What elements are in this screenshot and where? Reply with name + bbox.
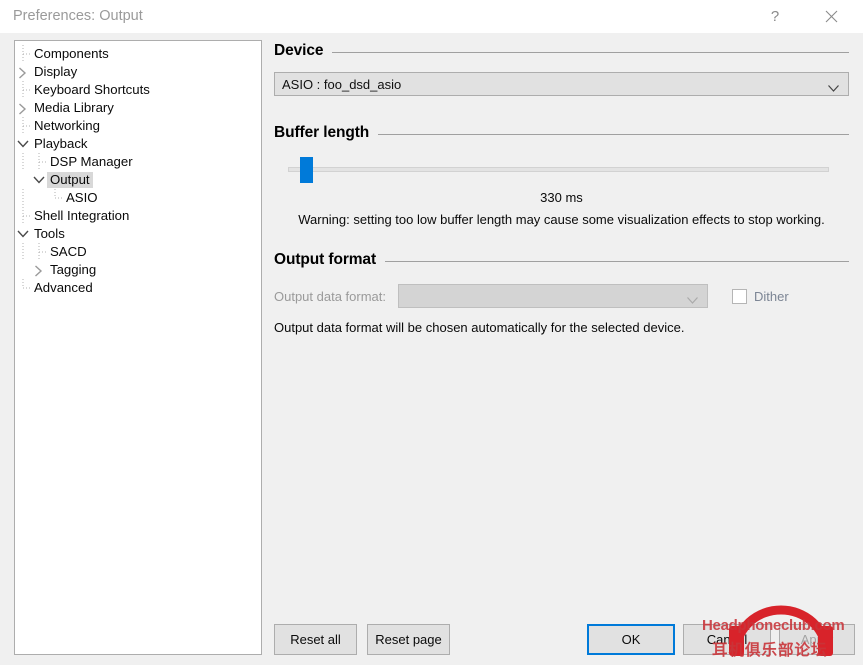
sidebar-item-keyboard-shortcuts[interactable]: Keyboard Shortcuts (15, 81, 261, 99)
buffer-warning-text: Warning: setting too low buffer length m… (298, 212, 825, 227)
preferences-tree[interactable]: Components Display Keyboard Shortcuts Media… (14, 40, 262, 655)
sidebar-item-advanced[interactable]: Advanced (15, 279, 261, 297)
tree-indent-guide (15, 261, 31, 279)
output-format-group: Output format Output data format: Dither (274, 249, 849, 335)
buffer-group-title: Buffer length (274, 124, 370, 141)
output-data-format-label: Output data format: (274, 288, 387, 304)
sidebar-item-display[interactable]: Display (15, 63, 261, 81)
output-data-format-dropdown (398, 284, 708, 308)
chevron-down-icon (827, 80, 840, 98)
sidebar-item-label: Shell Integration (34, 208, 130, 223)
sidebar-item-label: SACD (50, 244, 87, 259)
buffer-slider[interactable] (274, 152, 849, 188)
sidebar-item-dsp-manager[interactable]: DSP Manager (15, 153, 261, 171)
sidebar-item-label: Advanced (34, 280, 93, 295)
output-format-group-title: Output format (274, 251, 377, 268)
tree-list: Components Display Keyboard Shortcuts Media… (15, 41, 261, 297)
apply-button: Apply (779, 624, 855, 655)
reset-page-button[interactable]: Reset page (367, 624, 450, 655)
cancel-button[interactable]: Cancel (683, 624, 771, 655)
sidebar-item-label: Display (34, 64, 78, 79)
group-divider (385, 260, 849, 262)
tree-branch-icon (47, 189, 63, 207)
chevron-down-icon[interactable] (31, 171, 47, 189)
slider-thumb[interactable] (300, 157, 313, 183)
sidebar-item-label: Tools (34, 226, 65, 241)
tree-indent-guide (15, 171, 31, 189)
device-dropdown-value: ASIO : foo_dsd_asio (282, 76, 402, 92)
tree-branch-icon (15, 81, 31, 99)
device-group-title: Device (274, 42, 324, 59)
sidebar-item-tagging[interactable]: Tagging (15, 261, 261, 279)
group-divider (378, 133, 849, 135)
device-group-header: Device (274, 40, 849, 62)
sidebar-item-label: Networking (34, 118, 100, 133)
sidebar-item-label: Playback (34, 136, 88, 151)
sidebar-item-media-library[interactable]: Media Library (15, 99, 261, 117)
group-divider (332, 51, 849, 53)
chevron-down-icon (686, 292, 699, 310)
buffer-group-header: Buffer length (274, 122, 849, 144)
dither-checkbox-row[interactable]: Dither (732, 288, 789, 304)
output-data-format-row: Output data format: Dither (274, 284, 849, 308)
sidebar-item-label: Keyboard Shortcuts (34, 82, 150, 97)
title-bar: Preferences: Output ? (0, 0, 863, 34)
chevron-right-icon[interactable] (15, 99, 31, 117)
sidebar-item-sacd[interactable]: SACD (15, 243, 261, 261)
tree-branch-icon (15, 117, 31, 135)
sidebar-item-label: Components (34, 46, 109, 61)
close-button[interactable] (808, 0, 854, 32)
chevron-down-icon[interactable] (15, 225, 31, 243)
window-title: Preferences: Output (13, 8, 143, 24)
sidebar-item-components[interactable]: Components (15, 45, 261, 63)
tree-branch-icon (15, 45, 31, 63)
sidebar-item-networking[interactable]: Networking (15, 117, 261, 135)
sidebar-item-label: Media Library (34, 100, 114, 115)
tree-indent-guide (15, 153, 31, 171)
sidebar-item-asio[interactable]: ASIO (15, 189, 261, 207)
ok-button[interactable]: OK (587, 624, 675, 655)
output-format-note: Output data format will be chosen automa… (274, 320, 685, 335)
reset-all-button[interactable]: Reset all (274, 624, 357, 655)
output-format-group-header: Output format (274, 249, 849, 271)
preferences-dialog: Preferences: Output ? Components Display K… (0, 0, 863, 665)
slider-track[interactable] (288, 167, 829, 172)
sidebar-item-playback[interactable]: Playback (15, 135, 261, 153)
chevron-right-icon[interactable] (31, 261, 47, 279)
tree-branch-icon (31, 243, 47, 261)
settings-panel: Device ASIO : foo_dsd_asio Buffer length (274, 40, 849, 620)
sidebar-item-label: Output (47, 172, 93, 188)
sidebar-item-tools[interactable]: Tools (15, 225, 261, 243)
question-mark-icon: ? (770, 7, 780, 25)
sidebar-item-label: DSP Manager (50, 154, 133, 169)
chevron-right-icon[interactable] (15, 63, 31, 81)
dither-checkbox[interactable] (732, 288, 747, 304)
device-dropdown[interactable]: ASIO : foo_dsd_asio (274, 72, 849, 96)
buffer-length-group: Buffer length 330 ms Warning: setting to… (274, 122, 849, 227)
tree-branch-icon (31, 153, 47, 171)
tree-indent-guide (15, 243, 31, 261)
dialog-button-bar: Reset all Reset page OK Cancel Apply (0, 624, 863, 656)
device-group: Device ASIO : foo_dsd_asio (274, 40, 849, 96)
sidebar-item-shell-integration[interactable]: Shell Integration (15, 207, 261, 225)
sidebar-item-output[interactable]: Output (15, 171, 261, 189)
close-icon (825, 10, 837, 22)
tree-indent-guide (15, 189, 31, 207)
tree-branch-icon (15, 279, 31, 297)
chevron-down-icon[interactable] (15, 135, 31, 153)
help-button[interactable]: ? (752, 0, 798, 32)
buffer-value-text: 330 ms (540, 190, 583, 205)
sidebar-item-label: Tagging (50, 262, 97, 277)
dither-label: Dither (754, 288, 789, 304)
tree-branch-icon (15, 207, 31, 225)
tree-indent-guide (31, 189, 47, 207)
sidebar-item-label: ASIO (66, 190, 98, 205)
